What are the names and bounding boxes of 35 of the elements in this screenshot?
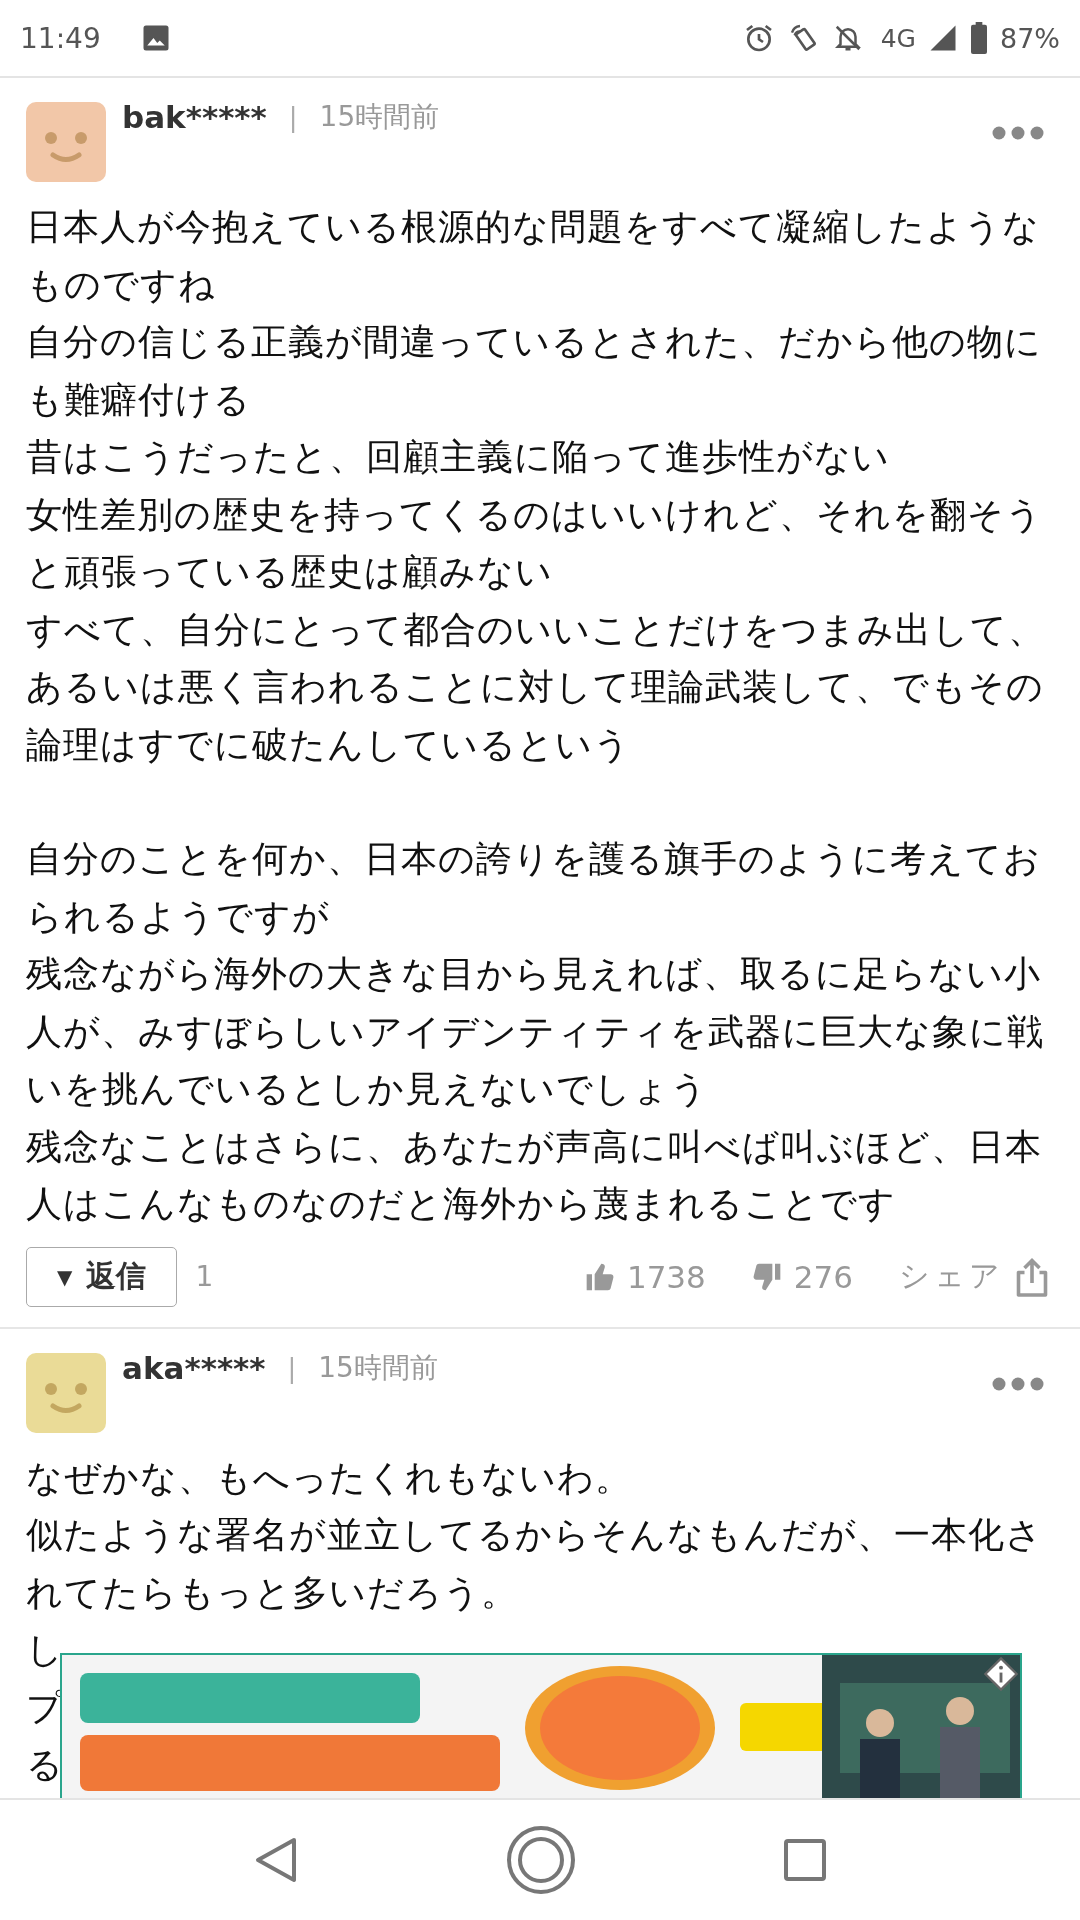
post-time: 15時間前 xyxy=(319,99,440,135)
comment-text: 残念なことはさらに、あなたが声高に叫べば叫ぶほど、日本人はこんなものなのだと海外から蔑まれることです xyxy=(26,1124,1043,1226)
more-icon[interactable] xyxy=(992,1376,1044,1391)
battery-icon xyxy=(970,22,988,54)
comment-text: る xyxy=(26,1743,64,1787)
dislike-count: 276 xyxy=(793,1258,853,1295)
share-icon[interactable] xyxy=(1014,1255,1050,1298)
separator: | xyxy=(288,102,298,132)
network-type: 4G xyxy=(880,23,916,53)
comment-text: 昔はこうだったと、回顧主義に陥って進歩性がない xyxy=(26,435,890,479)
comment-text: 自分の信じる正義が間違っているとされた、だから他の物にも難癖付ける xyxy=(26,320,1043,422)
reply-button[interactable]: ▼ 返信 xyxy=(26,1246,178,1307)
comment-text: すべて、自分にとって都合のいいことだけをつまみ出して、あるいは悪く言われることに対して理論武装して、でもその論理はすでに破たんしているという xyxy=(26,607,1046,767)
recents-icon[interactable] xyxy=(784,1839,826,1881)
post-time: 15時間前 xyxy=(318,1349,438,1386)
separator: | xyxy=(287,1352,297,1383)
reply-count: 1 xyxy=(195,1260,214,1293)
signal-icon xyxy=(928,23,958,53)
comment-text: 残念ながら海外の大きな目から見えれば、取るに足らない小人が、みすぼらしいアイデンティティを武器に巨大な象に戦いを挑んでいるとしか見えないでしょう xyxy=(26,952,1045,1111)
more-icon[interactable] xyxy=(992,126,1044,140)
clock-time: 11:49 xyxy=(20,21,101,55)
comment-text: なぜかな、もへったくれもないわ。 xyxy=(26,1455,632,1500)
comment-text: 自分のことを何か、日本の誇りを護る旗手のように考えておられるようですが xyxy=(26,837,1042,939)
comment-text: プ xyxy=(26,1685,64,1730)
comment-text: 日本人が今抱えている根源的な問題をすべて凝縮したようなものですね xyxy=(26,205,1041,307)
back-icon[interactable] xyxy=(254,1836,298,1884)
comment-text: し xyxy=(26,1628,64,1672)
battery-level: 87% xyxy=(1000,22,1060,54)
comment-text: 女性差別の歴史を持ってくるのはいいけれど、それを翻そうと頑張っている歴史は顧みない xyxy=(26,492,1044,594)
username[interactable]: aka***** xyxy=(122,1349,266,1386)
home-icon[interactable] xyxy=(506,1825,576,1895)
comment-text: 似たような署名が並立してるからそんなもんだが、一本化されてたらもっと多いだろう。 xyxy=(26,1513,1044,1615)
username[interactable]: bak***** xyxy=(122,99,267,135)
like-count: 1738 xyxy=(626,1258,706,1295)
info-icon[interactable] xyxy=(984,1657,1018,1691)
